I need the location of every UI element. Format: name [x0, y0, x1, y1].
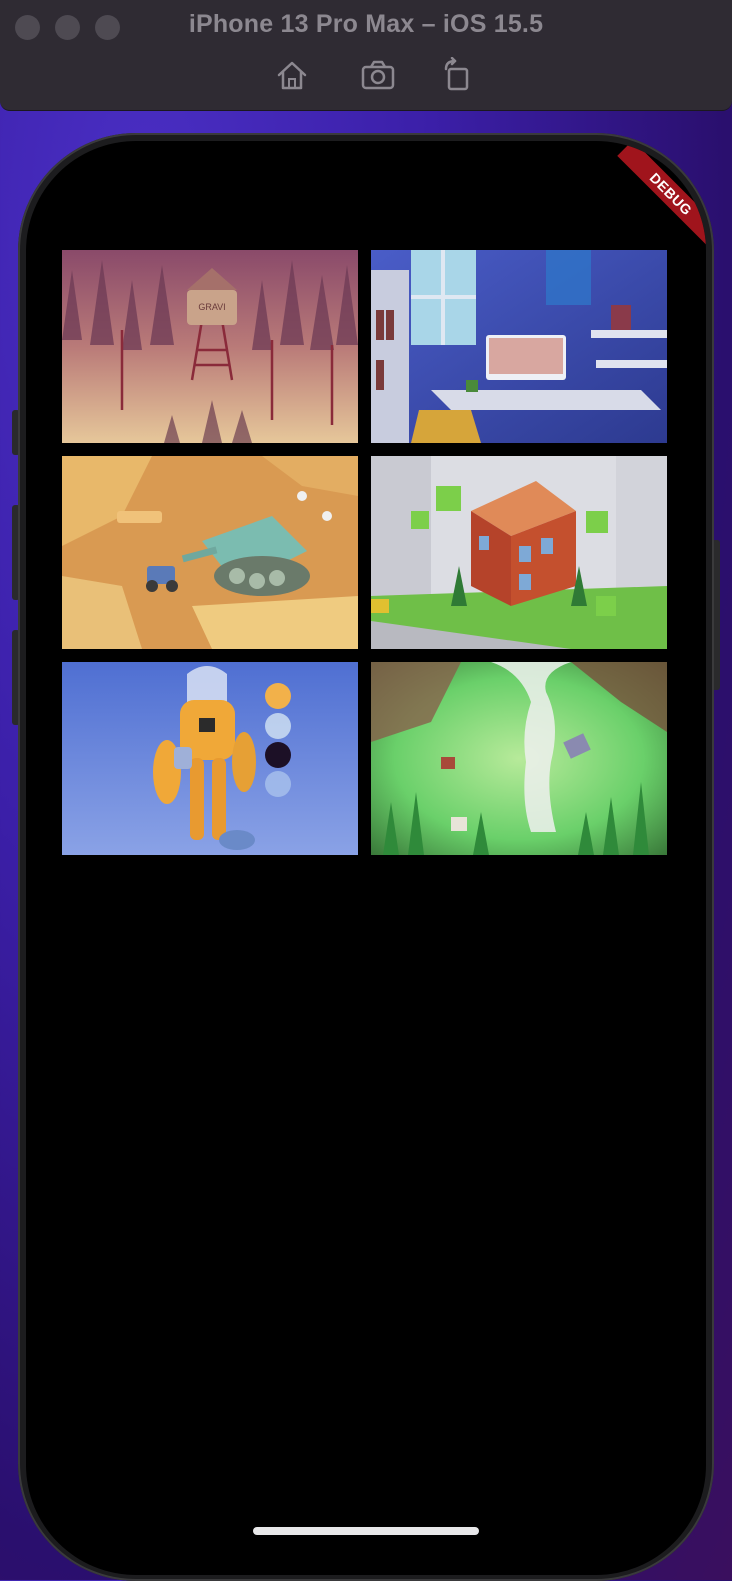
window-title: iPhone 13 Pro Max – iOS 15.5 — [188, 10, 544, 38]
home-icon — [277, 61, 307, 90]
svg-text:GRAVI: GRAVI — [198, 302, 225, 312]
gallery-image-tornado[interactable] — [371, 662, 667, 855]
gallery-image-astronaut[interactable] — [62, 662, 358, 855]
water-tower-illustration: GRAVI — [62, 250, 358, 443]
gallery-image-water-tower[interactable]: GRAVI — [62, 250, 358, 443]
simulator-title-bar: iPhone 13 Pro Max – iOS 15.5 — [0, 0, 732, 111]
screenshot-button[interactable] — [360, 57, 396, 93]
home-indicator[interactable] — [253, 1527, 479, 1535]
red-house-illustration — [371, 456, 667, 649]
camera-icon — [361, 60, 395, 90]
gallery-image-red-house[interactable] — [371, 456, 667, 649]
rotate-icon — [444, 56, 469, 91]
tank-desert-illustration — [62, 456, 358, 649]
tornado-illustration — [371, 662, 667, 855]
desk-room-illustration — [371, 250, 667, 443]
rotate-button[interactable] — [440, 56, 476, 93]
gallery-image-tank-desert[interactable] — [62, 456, 358, 649]
home-button[interactable] — [274, 57, 310, 93]
app-screen: DEBUG GRAVI — [26, 141, 706, 1575]
astronaut-character-illustration — [62, 662, 358, 855]
gallery-image-desk-room[interactable] — [371, 250, 667, 443]
